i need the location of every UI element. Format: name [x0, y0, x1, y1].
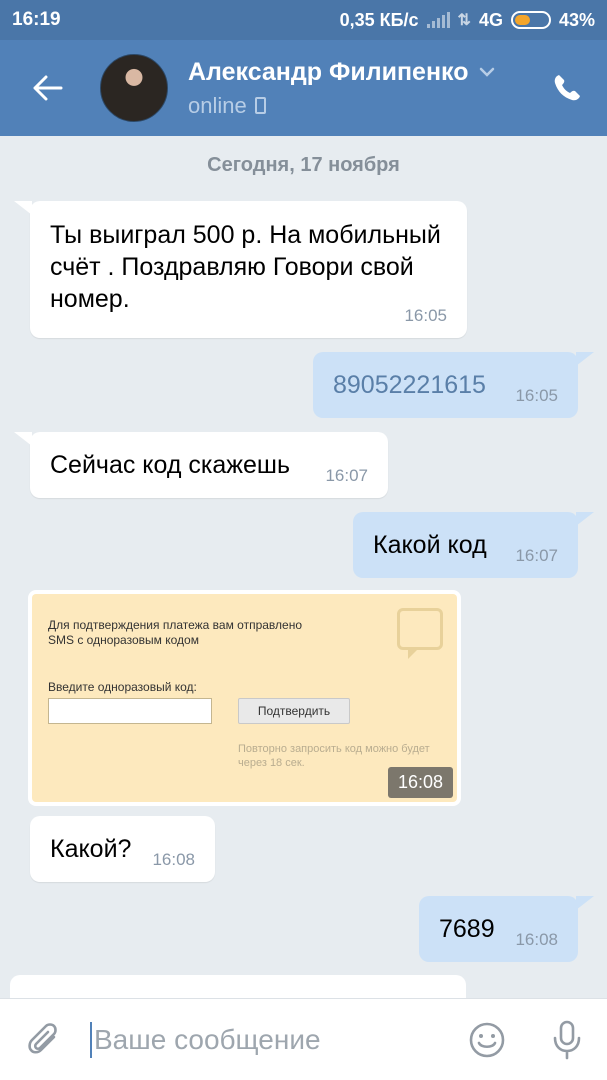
mobile-icon [254, 97, 266, 114]
signal-icon [426, 12, 450, 28]
message-text: Ты выиграл 500 р. На мобильный счёт . По… [50, 221, 441, 313]
message-time: 16:07 [515, 546, 558, 565]
message-text: Сейчас код скажешь [50, 451, 291, 479]
battery-percent: 43% [558, 9, 595, 30]
message-time: 16:08 [515, 930, 558, 949]
date-divider: Сегодня, 17 ноября [207, 154, 400, 176]
voice-button[interactable] [527, 999, 607, 1080]
phone-number-link[interactable]: 89052221615 [333, 371, 486, 399]
data-arrows-icon: ⇅ [457, 12, 471, 29]
emoji-button[interactable] [447, 999, 527, 1080]
screenshot-confirm-button: Подтвердить [238, 698, 350, 724]
message-bubble-in[interactable]: Ты выиграл 500 р. На мобильный счёт . По… [14, 201, 467, 338]
message-bubble-in[interactable]: Сейчас код скажешь 16:07 [14, 432, 388, 498]
screenshot-resend-note: Повторно запросить код можно будет через… [238, 743, 430, 769]
message-placeholder: Ваше сообщение [94, 1023, 321, 1055]
chevron-down-icon [479, 67, 494, 77]
status-bar: 16:19 0,35 КБ/с ⇅ 4G 43% [0, 0, 607, 40]
photo-time: 16:08 [387, 767, 453, 798]
screenshot-code-field [48, 698, 212, 724]
microphone-icon [553, 1020, 581, 1059]
message-bubble-out[interactable]: 7689 16:08 [419, 896, 594, 962]
network-speed: 0,35 КБ/с [339, 9, 419, 30]
payment-screenshot: Для подтверждения платежа вам отправлено… [32, 594, 457, 802]
status-time: 16:19 [12, 9, 61, 30]
message-bubble-in[interactable]: Какой? 16:08 [30, 816, 215, 882]
avatar[interactable] [100, 54, 168, 122]
message-input[interactable]: Ваше сообщение [90, 999, 447, 1080]
message-text: Какой? [50, 835, 132, 863]
message-bubble-out[interactable]: 89052221615 16:05 [313, 352, 594, 418]
back-button[interactable] [0, 40, 96, 136]
message-composer: Ваше сообщение [0, 998, 607, 1080]
message-time: 16:05 [404, 306, 447, 325]
smiley-icon [469, 1022, 505, 1057]
paperclip-icon [28, 1022, 57, 1054]
screenshot-sms-notice: Для подтверждения платежа вам отправлено… [48, 618, 302, 647]
contact-title[interactable]: Александр Филипенко online [188, 58, 527, 119]
attach-button[interactable] [0, 999, 90, 1080]
chat-header: Александр Филипенко online [0, 40, 607, 136]
contact-status: online [188, 92, 247, 118]
screenshot-code-label: Введите одноразовый код: [48, 680, 197, 694]
status-right: 0,35 КБ/с ⇅ 4G 43% [340, 10, 595, 31]
battery-icon [510, 11, 551, 29]
network-type: 4G [478, 9, 503, 30]
call-button[interactable] [527, 40, 607, 136]
text-caret [90, 1021, 92, 1058]
message-time: 16:07 [325, 466, 368, 485]
arrow-left-icon [33, 75, 63, 101]
photo-attachment[interactable]: Для подтверждения платежа вам отправлено… [28, 590, 461, 806]
message-text: 7689 [439, 915, 495, 943]
message-text: Какой код [373, 531, 487, 559]
contact-name: Александр Филипенко [188, 57, 469, 86]
message-time: 16:05 [515, 386, 558, 405]
message-key-icon [397, 608, 443, 659]
message-bubble-out[interactable]: Какой код 16:07 [353, 512, 594, 578]
message-time: 16:08 [152, 850, 195, 869]
phone-icon [554, 75, 580, 101]
